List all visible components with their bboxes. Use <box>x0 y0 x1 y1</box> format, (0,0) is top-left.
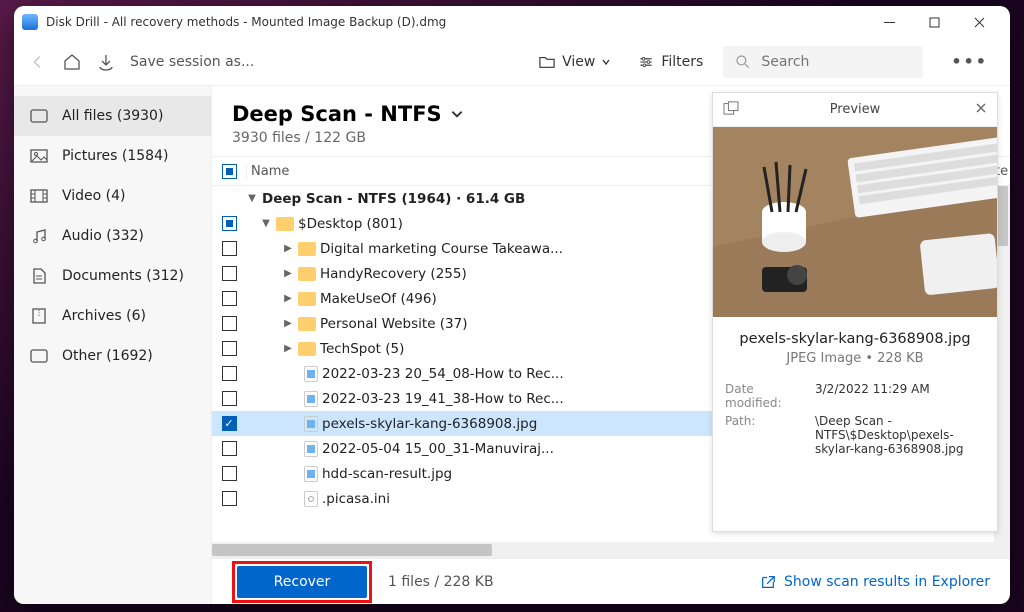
image-file-icon <box>304 441 318 457</box>
chevron-right-icon[interactable]: ▶ <box>282 293 294 304</box>
sliders-icon <box>637 54 655 70</box>
search-input[interactable] <box>761 54 911 70</box>
folder-icon <box>298 267 316 281</box>
chevron-down-icon <box>601 57 611 67</box>
more-menu[interactable]: ••• <box>943 48 996 75</box>
sidebar-item-other[interactable]: Other (1692) <box>14 336 211 376</box>
checkbox[interactable] <box>222 466 237 481</box>
sidebar-item-audio[interactable]: Audio (332) <box>14 216 211 256</box>
date-modified-value: 3/2/2022 11:29 AM <box>815 382 985 410</box>
chevron-down-icon[interactable]: ▼ <box>260 218 272 229</box>
checkbox[interactable] <box>222 216 237 231</box>
app-window: Disk Drill - All recovery methods - Moun… <box>14 6 1010 604</box>
film-icon <box>30 187 48 205</box>
preview-image <box>713 127 997 317</box>
document-icon <box>30 267 48 285</box>
image-file-icon <box>304 416 318 432</box>
checkbox[interactable] <box>222 341 237 356</box>
close-preview-button[interactable] <box>975 102 987 118</box>
annotation-box: Recover <box>232 561 372 603</box>
save-session-label[interactable]: Save session as... <box>130 54 254 70</box>
checkbox[interactable] <box>222 291 237 306</box>
save-session-icon[interactable] <box>96 52 116 72</box>
folder-icon <box>538 54 556 70</box>
sidebar-item-video[interactable]: Video (4) <box>14 176 211 216</box>
sidebar-item-archives[interactable]: Archives (6) <box>14 296 211 336</box>
chevron-down-icon[interactable]: ▼ <box>246 193 258 204</box>
image-file-icon <box>304 366 318 382</box>
chevron-down-icon <box>450 107 464 121</box>
checkbox[interactable] <box>222 441 237 456</box>
archive-icon <box>30 307 48 325</box>
rect-icon <box>30 107 48 125</box>
path-label: Path: <box>725 414 807 456</box>
checkbox[interactable] <box>222 241 237 256</box>
popout-icon[interactable] <box>723 101 739 119</box>
view-menu[interactable]: View <box>532 50 617 74</box>
date-modified-label: Date modified: <box>725 382 807 410</box>
config-file-icon <box>304 491 318 507</box>
sidebar-item-all-files[interactable]: All files (3930) <box>14 96 211 136</box>
checkbox[interactable] <box>222 316 237 331</box>
search-icon <box>735 54 751 70</box>
folder-icon <box>298 342 316 356</box>
app-icon <box>22 14 38 30</box>
preview-title: Preview <box>830 102 881 117</box>
scan-title[interactable]: Deep Scan - NTFS <box>232 102 464 126</box>
folder-icon <box>298 292 316 306</box>
checkbox[interactable] <box>222 266 237 281</box>
rect-icon <box>30 347 48 365</box>
chevron-right-icon[interactable]: ▶ <box>282 243 294 254</box>
chevron-right-icon[interactable]: ▶ <box>282 318 294 329</box>
preview-filetype: JPEG Image • 228 KB <box>725 351 985 366</box>
folder-icon <box>276 217 294 231</box>
column-checkbox[interactable] <box>212 164 246 179</box>
preview-panel: Preview <box>712 92 998 532</box>
checkbox[interactable] <box>222 491 237 506</box>
scan-subtitle: 3930 files / 122 GB <box>232 130 464 146</box>
toolbar: Save session as... View Filters ••• <box>14 38 1010 86</box>
home-button[interactable] <box>62 52 82 72</box>
image-icon <box>30 147 48 165</box>
open-external-icon <box>760 574 776 590</box>
chevron-right-icon[interactable]: ▶ <box>282 268 294 279</box>
window-title: Disk Drill - All recovery methods - Moun… <box>46 15 867 29</box>
checkbox[interactable] <box>222 366 237 381</box>
preview-filename: pexels-skylar-kang-6368908.jpg <box>725 331 985 347</box>
music-icon <box>30 227 48 245</box>
sidebar-item-pictures[interactable]: Pictures (1584) <box>14 136 211 176</box>
search-box[interactable] <box>723 46 923 78</box>
chevron-right-icon[interactable]: ▶ <box>282 343 294 354</box>
folder-icon <box>298 317 316 331</box>
maximize-button[interactable] <box>912 6 957 38</box>
image-file-icon <box>304 466 318 482</box>
folder-icon <box>298 242 316 256</box>
close-button[interactable] <box>957 6 1002 38</box>
path-value: \Deep Scan - NTFS\$Desktop\pexels-skylar… <box>815 414 985 456</box>
show-in-explorer-link[interactable]: Show scan results in Explorer <box>760 574 990 590</box>
sidebar-item-documents[interactable]: Documents (312) <box>14 256 211 296</box>
selection-stat: 1 files / 228 KB <box>388 574 494 590</box>
recover-button[interactable]: Recover <box>237 566 367 598</box>
minimize-button[interactable] <box>867 6 912 38</box>
image-file-icon <box>304 391 318 407</box>
filters-button[interactable]: Filters <box>631 50 709 74</box>
checkbox[interactable] <box>222 416 237 431</box>
sidebar: All files (3930) Pictures (1584) Video (… <box>14 86 212 604</box>
back-button[interactable] <box>28 52 48 72</box>
horizontal-scrollbar[interactable] <box>212 542 1010 558</box>
footer-bar: Recover 1 files / 228 KB Show scan resul… <box>212 558 1010 604</box>
checkbox[interactable] <box>222 391 237 406</box>
title-bar: Disk Drill - All recovery methods - Moun… <box>14 6 1010 38</box>
